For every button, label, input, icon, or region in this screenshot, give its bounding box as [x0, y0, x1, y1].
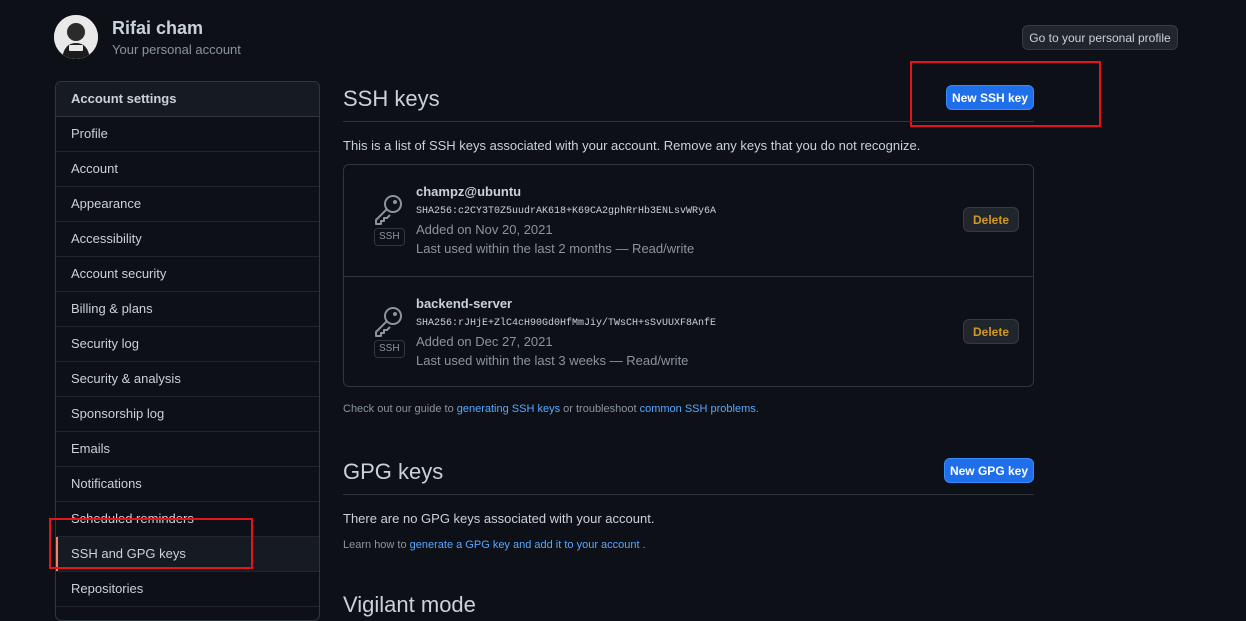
key-icon [375, 195, 402, 225]
avatar-image [54, 15, 98, 59]
new-gpg-key-button[interactable]: New GPG key [944, 458, 1034, 483]
sidebar-item-billing[interactable]: Billing & plans [56, 292, 319, 327]
sidebar-item-sponsorship-log[interactable]: Sponsorship log [56, 397, 319, 432]
sidebar-item-emails[interactable]: Emails [56, 432, 319, 467]
ssh-key-row: SSH backend-server SHA256:rJHjE+ZlC4cH90… [344, 276, 1033, 388]
highlight-box-new-ssh [910, 61, 1101, 127]
ssh-key-added: Added on Nov 20, 2021 [416, 222, 553, 237]
ssh-key-title: backend-server [416, 296, 513, 311]
ssh-key-row: SSH champz@ubuntu SHA256:c2CY3T0Z5uudrAK… [344, 165, 1033, 276]
ssh-description: This is a list of SSH keys associated wi… [343, 138, 921, 153]
sidebar-item-account-security[interactable]: Account security [56, 257, 319, 292]
gpg-learn-suffix: . [639, 539, 646, 551]
ssh-key-added: Added on Dec 27, 2021 [416, 334, 553, 349]
delete-ssh-key-button[interactable]: Delete [963, 319, 1019, 344]
highlight-box-sidebar [49, 518, 253, 569]
generating-ssh-keys-link[interactable]: generating SSH keys [457, 403, 560, 415]
delete-ssh-key-button[interactable]: Delete [963, 207, 1019, 232]
generate-gpg-key-link[interactable]: generate a GPG key and add it to your ac… [410, 539, 640, 551]
personal-profile-button[interactable]: Go to your personal profile [1022, 25, 1178, 50]
user-name: Rifai cham [112, 18, 204, 38]
common-ssh-problems-link[interactable]: common SSH problems [640, 403, 756, 415]
sidebar-item-accessibility[interactable]: Accessibility [56, 222, 319, 257]
gpg-keys-heading: GPG keys [343, 459, 444, 484]
sidebar-item-profile[interactable]: Profile [56, 117, 319, 152]
ssh-key-fingerprint: SHA256:rJHjE+ZlC4cH90Gd0HfMmJiy/TWsCH+sS… [416, 318, 717, 329]
user-subtitle: Your personal account [112, 42, 241, 57]
key-icon [375, 307, 402, 337]
ssh-key-last-used: Last used within the last 3 weeks — Read… [416, 353, 689, 368]
ssh-keys-heading: SSH keys [343, 86, 440, 111]
ssh-key-list: SSH champz@ubuntu SHA256:c2CY3T0Z5uudrAK… [343, 164, 1034, 387]
gpg-learn-prefix: Learn how to [343, 539, 410, 551]
ssh-guide-text: Check out our guide to generating SSH ke… [343, 403, 759, 415]
ssh-key-fingerprint: SHA256:c2CY3T0Z5uudrAK618+K69CA2gphRrHb3… [416, 206, 717, 217]
ssh-guide-prefix: Check out our guide to [343, 403, 457, 415]
ssh-guide-suffix: . [755, 403, 759, 415]
ssh-badge: SSH [374, 340, 405, 358]
ssh-key-title: champz@ubuntu [416, 184, 522, 199]
ssh-guide-middle: or troubleshoot [560, 403, 640, 415]
vigilant-mode-heading: Vigilant mode [343, 592, 476, 617]
sidebar-item-security-analysis[interactable]: Security & analysis [56, 362, 319, 397]
sidebar-item-security-log[interactable]: Security log [56, 327, 319, 362]
sidebar-heading: Account settings [56, 82, 319, 117]
ssh-key-last-used: Last used within the last 2 months — Rea… [416, 241, 695, 256]
gpg-divider [343, 494, 1034, 495]
sidebar-item-account[interactable]: Account [56, 152, 319, 187]
ssh-badge: SSH [374, 228, 405, 246]
ssh-divider [343, 121, 1034, 122]
sidebar-item-appearance[interactable]: Appearance [56, 187, 319, 222]
gpg-learn-text: Learn how to generate a GPG key and add … [343, 539, 646, 551]
gpg-empty-text: There are no GPG keys associated with yo… [343, 511, 655, 526]
sidebar-item-notifications[interactable]: Notifications [56, 467, 319, 502]
avatar[interactable] [54, 15, 98, 59]
